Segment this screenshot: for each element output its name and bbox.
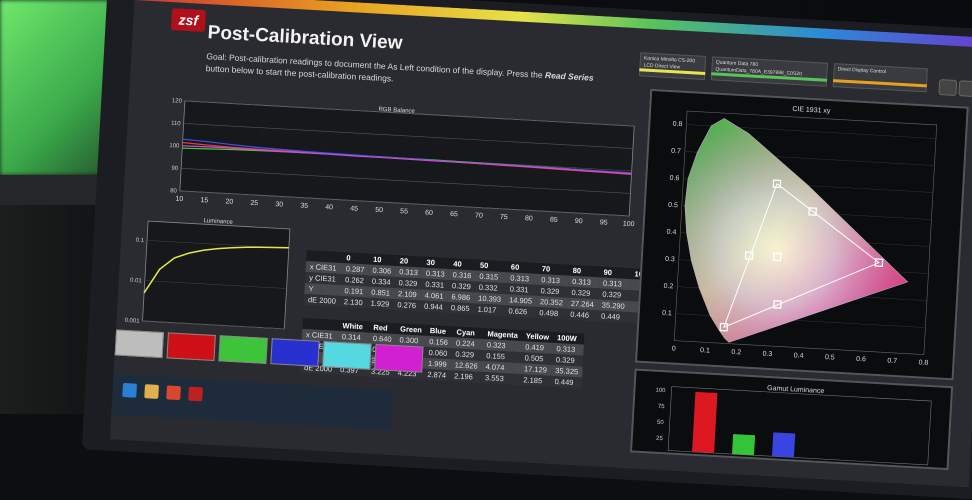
color-swatch[interactable]: [374, 343, 424, 373]
cie-x-tick: 0.1: [700, 347, 710, 355]
table-cell: 2.196: [449, 370, 482, 383]
rgb-x-tick: 10: [175, 196, 183, 203]
rgb-x-tick: 85: [550, 217, 558, 224]
cie-y-tick: 0.2: [663, 283, 673, 291]
cie-diagram-panel: CIE 1931 xy 0.8 0.7 0.6 0.5 0.4 0.3 0.2 0.1 0 0.1…: [634, 88, 969, 381]
table-cell: 0.446: [565, 308, 598, 322]
table-cell: 0.276: [393, 298, 421, 312]
gamut-y-tick: 50: [657, 420, 665, 426]
grayscale-table: 0102030405060708090100x CIE310.2870.3060…: [303, 249, 652, 325]
cie-x-tick: 0.5: [825, 354, 835, 362]
table-cell: dE 2000: [303, 293, 341, 307]
cie-y-tick: 0.1: [662, 310, 672, 318]
cie-y-tick: 0.5: [668, 202, 678, 210]
rgb-x-tick: 65: [450, 211, 458, 218]
luminance-y-tick: 0.01: [130, 278, 143, 285]
gamut-red-bar: [692, 391, 718, 454]
page-title: Post-Calibration View: [207, 22, 403, 54]
rgb-x-tick: 40: [325, 204, 333, 211]
table-cell: 0.626: [504, 305, 536, 318]
table-cell: 0.449: [596, 310, 629, 324]
luminance-y-tick: 0.001: [124, 318, 140, 325]
table-cell: 1.929: [366, 297, 394, 310]
color-swatch[interactable]: [218, 335, 268, 364]
color-swatch[interactable]: [166, 332, 216, 362]
app-taskbar-icon[interactable]: [188, 386, 203, 402]
cie-y-tick: 0.8: [672, 121, 682, 129]
rgb-balance-chart: RGB Balance 120 110 100 90 80 10 15 20 25 30 35 40 4…: [159, 90, 645, 235]
gamut-green-bar: [732, 434, 756, 456]
luminance-svg: Luminance 0.10.010.001: [124, 218, 291, 330]
table-cell: 0.449: [550, 375, 582, 389]
table-cell: 0.498: [535, 306, 567, 320]
gamut-y-tick: 25: [656, 436, 664, 442]
rgb-x-tick: 50: [375, 207, 383, 214]
display-control-selector[interactable]: Direct Display Control: [832, 63, 928, 93]
rgb-x-tick: 60: [425, 210, 433, 217]
display-control-label: Direct Display Control: [837, 66, 887, 76]
rgb-y-tick: 100: [169, 143, 180, 150]
windows-start-icon[interactable]: [122, 382, 138, 398]
app-logo: zsf: [170, 8, 206, 32]
table-cell: 0.944: [419, 300, 448, 313]
settings-button[interactable]: [938, 79, 958, 97]
cie-y-tick: 0.7: [671, 148, 681, 156]
rgb-x-tick: 70: [475, 212, 483, 219]
rgb-x-tick: 90: [575, 218, 583, 225]
table-cell: 2.185: [519, 374, 551, 387]
rgb-x-tick: 100: [623, 221, 635, 229]
rgb-y-tick: 120: [172, 98, 183, 105]
generator-selector[interactable]: Quantum Data 780 QuantumData_780A_E39799…: [710, 56, 829, 87]
cie-y-tick: 0.4: [666, 229, 676, 237]
rgb-x-tick: 55: [400, 208, 408, 215]
color-swatch[interactable]: [270, 338, 320, 367]
rgb-x-tick: 25: [250, 200, 258, 207]
color-swatch[interactable]: [322, 341, 372, 370]
table-cell: 0.865: [446, 301, 474, 315]
rgb-x-tick: 75: [500, 214, 508, 221]
cie-y-tick: 0.3: [665, 256, 675, 264]
cie-x-tick: 0.7: [887, 358, 897, 366]
rgb-balance-svg: RGB Balance 120110100908010 15 20 25 30 35 40 4…: [169, 98, 635, 229]
rgb-y-tick: 110: [171, 121, 182, 128]
luminance-chart: Luminance 0.1 0.01 0.001: [122, 212, 298, 333]
cie-x-tick: 0.2: [731, 349, 741, 357]
read-series-emphasis: Read Series: [544, 70, 594, 83]
table-cell: 3.553: [480, 371, 520, 386]
gamut-y-tick: 75: [658, 404, 666, 410]
gamut-luminance-svg: Gamut Luminance 100 75 50 25: [655, 385, 932, 466]
windows-taskbar: [111, 374, 394, 430]
luminance-y-tick: 0.1: [135, 238, 144, 244]
rgb-x-tick: 80: [525, 215, 533, 222]
color-swatch[interactable]: [114, 329, 164, 359]
explorer-icon[interactable]: [144, 384, 159, 399]
rgb-x-tick: 15: [200, 197, 208, 204]
rgb-x-tick: 35: [300, 203, 308, 210]
table-cell: 1.017: [473, 303, 505, 317]
rgb-x-tick: 45: [350, 205, 358, 212]
cie-diagram-svg: CIE 1931 xy 0.8 0.7 0.6 0.5 0.4 0.3 0.2 0.1 0 0.1…: [662, 106, 938, 367]
help-button[interactable]: [958, 80, 972, 98]
rgb-y-tick: 90: [171, 166, 179, 172]
cie-x-tick: 0: [672, 346, 676, 353]
rgb-y-tick: 80: [170, 188, 178, 194]
rgb-x-tick: 20: [225, 198, 233, 205]
cie-x-tick: 0.3: [762, 351, 772, 359]
rgb-x-tick: 95: [600, 219, 608, 226]
cie-plot-area: 0.8 0.7 0.6 0.5 0.4 0.3 0.2 0.1 0 0.1 0.2 0.3 0.4 0.5…: [662, 110, 938, 367]
cie-x-tick: 0.4: [794, 352, 804, 360]
goal-text: Goal: Post-calibration readings to docum…: [205, 51, 594, 84]
cie-y-tick: 0.6: [669, 175, 679, 183]
gamut-luminance-panel: Gamut Luminance 100 75 50 25: [629, 368, 954, 471]
gamut-blue-bar: [771, 432, 796, 458]
cie-x-tick: 0.8: [918, 359, 928, 367]
cie-title: CIE 1931 xy: [792, 106, 831, 115]
rgb-x-tick: 30: [275, 201, 283, 208]
table-cell: 2.130: [339, 295, 367, 309]
meter-selector[interactable]: Konica Minolta CS-200 LCD Direct View: [638, 52, 707, 80]
application-screen: zsf Post-Calibration View Goal: Post-cal…: [109, 0, 972, 488]
cie-x-tick: 0.6: [856, 356, 866, 364]
gamut-y-tick: 100: [655, 388, 666, 395]
browser-icon[interactable]: [166, 385, 181, 401]
